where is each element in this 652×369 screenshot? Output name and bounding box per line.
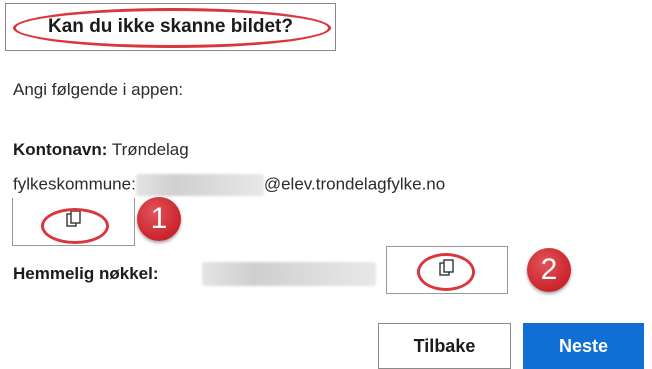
cant-scan-button[interactable]: Kan du ikke skanne bildet? [5,3,336,51]
redacted-username [135,174,264,196]
account-name-row: Kontonavn: Trøndelag [13,140,189,160]
back-button-label: Tilbake [413,335,476,356]
marker-1: 1 [137,197,181,241]
account-name-suffix: @elev.trondelagfylke.no [263,174,446,194]
cant-scan-label: Kan du ikke skanne bildet? [48,16,293,37]
marker-2: 2 [527,248,571,292]
next-button[interactable]: Neste [523,323,644,369]
back-button[interactable]: Tilbake [378,323,511,369]
copy-account-name-button[interactable] [12,198,135,246]
marker-1-label: 1 [150,202,168,235]
next-button-label: Neste [558,335,609,356]
account-name-label: Kontonavn: [13,140,108,159]
secret-key-label: Hemmelig nøkkel: [13,264,159,283]
copy-secret-key-button[interactable] [386,246,508,294]
copy-icon [65,210,82,233]
account-name-value: Trøndelag [111,140,189,159]
account-name-row-2: fylkeskommune: @elev.trondelagfylke.no [13,174,445,196]
secret-key-row: Hemmelig nøkkel: [13,264,159,284]
instruction-text: Angi følgende i appen: [13,80,184,99]
account-name-prefix: fylkeskommune: [13,174,136,194]
marker-2-label: 2 [540,253,558,286]
copy-icon [439,258,455,282]
redacted-secret-key [202,262,376,286]
